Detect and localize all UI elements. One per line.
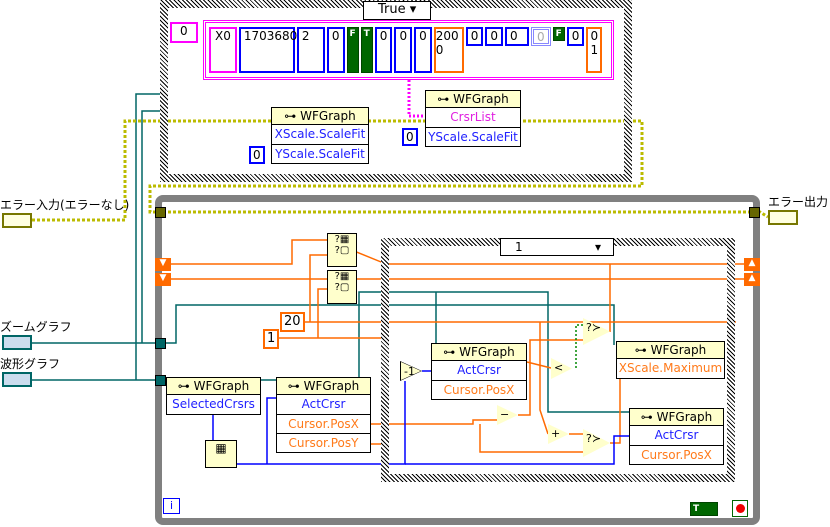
array-el: 0 bbox=[435, 43, 444, 57]
prop-posx: Cursor.PosX bbox=[277, 414, 370, 433]
prop-crsrlist: CrsrList bbox=[450, 110, 496, 124]
prop-posy: Cursor.PosY bbox=[277, 433, 370, 452]
stop-icon[interactable] bbox=[732, 500, 748, 517]
const-1: 1 bbox=[263, 329, 280, 349]
cluster-num: 0 bbox=[465, 27, 484, 46]
prop-xscale: XScale.ScaleFit bbox=[274, 127, 366, 141]
index-constant: 0 bbox=[170, 22, 198, 43]
cluster-elements: X0 1703680 2 0 F T 0 0 0 200 0 0 0 0 0 F … bbox=[209, 27, 603, 73]
prop-actcrsr: ActCrsr bbox=[301, 397, 346, 411]
node-title: ⊶ WFGraph bbox=[426, 91, 520, 108]
chevron-down-icon: ▾ bbox=[409, 2, 417, 17]
node-title: ⊶ WFGraph bbox=[617, 342, 724, 359]
property-node-selectedcrsrs[interactable]: ⊶ WFGraph SelectedCrsrs bbox=[166, 377, 261, 415]
prop-yscale: YScale.ScaleFit bbox=[272, 144, 368, 163]
error-tunnel bbox=[155, 207, 166, 218]
selector-value: 1 bbox=[515, 240, 523, 254]
waveform-graph-label: 波形グラフ bbox=[0, 357, 61, 371]
node-title: ⊶ WFGraph bbox=[432, 344, 526, 361]
selector-value: True bbox=[378, 2, 406, 17]
orange-array: 01 bbox=[586, 27, 603, 73]
prop-xscale-max: XScale.Maximum bbox=[618, 361, 723, 375]
iteration-terminal: i bbox=[163, 498, 180, 514]
property-node-actcrsr[interactable]: ⊶ WFGraph ActCrsr Cursor.PosX Cursor.Pos… bbox=[276, 377, 371, 453]
prop-actcrsr: ActCrsr bbox=[654, 428, 699, 442]
shift-register-left[interactable]: ▼ bbox=[155, 273, 171, 286]
error-out-terminal[interactable] bbox=[768, 210, 798, 225]
node-title: ⊶ WFGraph bbox=[272, 108, 368, 125]
cluster-num: 0 bbox=[505, 27, 529, 46]
shift-register-right[interactable]: ▲ bbox=[744, 258, 760, 271]
cluster-num: 0 bbox=[414, 27, 432, 73]
ref-tunnel bbox=[155, 338, 166, 349]
ref-tunnel bbox=[155, 375, 166, 386]
error-tunnel bbox=[749, 207, 760, 218]
cluster-num: 2 bbox=[296, 27, 325, 73]
error-out-label: エラー出力 bbox=[768, 195, 829, 209]
prop-selectedcrsrs: SelectedCrsrs bbox=[172, 397, 255, 411]
cluster-num: 0 bbox=[531, 27, 551, 46]
shift-register-right[interactable]: ▲ bbox=[744, 273, 760, 286]
bundle-node: ?▦ ?▢ bbox=[327, 270, 357, 304]
cluster-num: 0 bbox=[326, 27, 345, 73]
const-0: 0 bbox=[402, 128, 418, 146]
array-el: 200 bbox=[435, 29, 459, 43]
array-el: 0 bbox=[590, 29, 599, 43]
zoom-graph-terminal[interactable] bbox=[2, 335, 32, 350]
error-in-terminal[interactable] bbox=[2, 213, 32, 228]
index-array-node: ▦ bbox=[205, 440, 237, 468]
chevron-down-icon: ▾ bbox=[594, 240, 601, 254]
cluster-name: X0 bbox=[209, 27, 237, 73]
shift-register-left[interactable]: ▼ bbox=[155, 258, 171, 271]
property-node-inner-posx[interactable]: ⊶ WFGraph ActCrsr Cursor.PosX bbox=[431, 343, 527, 400]
cluster-num: 1703680 bbox=[238, 27, 297, 73]
prop-posx: Cursor.PosX bbox=[630, 445, 723, 464]
cluster-num: 0 bbox=[374, 27, 393, 73]
property-node-crsrlist[interactable]: ⊶ WFGraph CrsrList YScale.ScaleFit bbox=[425, 90, 521, 147]
zoom-graph-label: ズームグラフ bbox=[0, 320, 72, 334]
error-in-label: エラー入力(エラーなし) bbox=[0, 198, 130, 212]
node-title: ⊶ WFGraph bbox=[277, 378, 370, 395]
node-title: ⊶ WFGraph bbox=[630, 409, 723, 426]
bool-false: F bbox=[346, 27, 359, 73]
property-node-scalefit[interactable]: ⊶ WFGraph XScale.ScaleFit YScale.ScaleFi… bbox=[271, 107, 369, 164]
prop-posx: Cursor.PosX bbox=[432, 380, 526, 399]
orange-array: 200 0 bbox=[433, 27, 464, 73]
bool-false: F bbox=[552, 27, 565, 41]
waveform-graph-terminal[interactable] bbox=[2, 372, 32, 387]
property-node-xscale-max[interactable]: ⊶ WFGraph XScale.Maximum bbox=[616, 341, 725, 379]
case-selector-inner[interactable]: 1 ▾ bbox=[500, 238, 614, 256]
cluster-num: 0 bbox=[394, 27, 413, 73]
array-el: 1 bbox=[590, 43, 599, 57]
property-node-inner-posx-2[interactable]: ⊶ WFGraph ActCrsr Cursor.PosX bbox=[629, 408, 724, 465]
prop-actcrsr: ActCrsr bbox=[457, 363, 501, 377]
const-0: 0 bbox=[249, 146, 265, 164]
cluster-num: 0 bbox=[485, 27, 503, 46]
stop-constant: T bbox=[690, 502, 718, 516]
node-title: ⊶ WFGraph bbox=[167, 378, 260, 395]
case-selector-top[interactable]: True ▾ bbox=[363, 1, 431, 20]
const-20: 20 bbox=[280, 312, 305, 332]
cluster-num: 0 bbox=[566, 27, 585, 46]
bool-true: T bbox=[360, 27, 373, 73]
bundle-node: ?▦ ?▢ bbox=[327, 233, 357, 267]
prop-yscale: YScale.ScaleFit bbox=[426, 127, 520, 146]
